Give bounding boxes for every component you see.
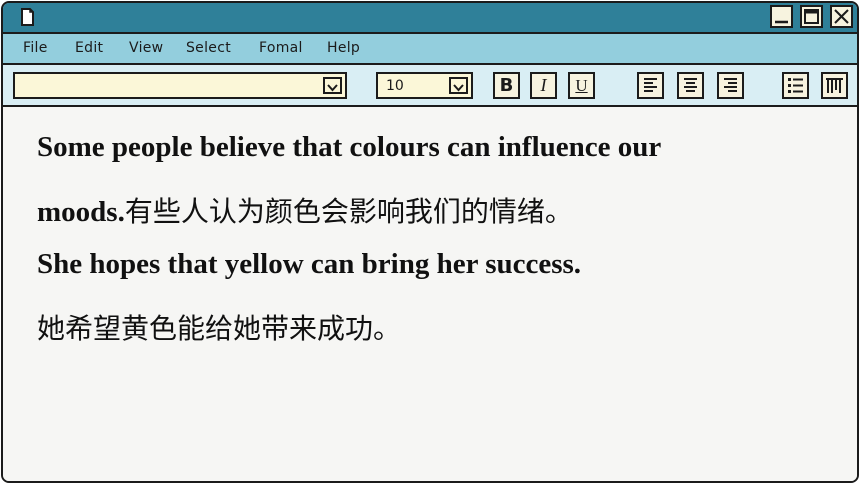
font-name-dropdown[interactable]: [323, 77, 342, 94]
italic-button[interactable]: I: [530, 72, 557, 99]
menu-help[interactable]: Help: [327, 40, 360, 56]
menu-view[interactable]: View: [129, 40, 163, 56]
format-toolbar: 10 B I U: [3, 65, 857, 107]
document-line-3: She hopes that yellow can bring her succ…: [37, 248, 582, 280]
document-area[interactable]: Some people believe that colours can inf…: [3, 107, 857, 481]
editor-window: File Edit View Select Fomal Help 10 B I …: [1, 1, 859, 483]
italic-icon: I: [540, 75, 547, 95]
document-line-2: moods.有些人认为颜色会影响我们的情绪。: [37, 190, 573, 230]
menu-select[interactable]: Select: [186, 40, 231, 56]
minimize-button[interactable]: [770, 5, 793, 28]
font-name-select[interactable]: [13, 72, 347, 99]
document-line-2-english: moods.: [37, 196, 125, 228]
font-size-select[interactable]: 10: [376, 72, 473, 99]
menu-edit[interactable]: Edit: [75, 40, 103, 56]
align-left-button[interactable]: [637, 72, 664, 99]
bullet-list-button[interactable]: [782, 72, 809, 99]
underline-button[interactable]: U: [568, 72, 595, 99]
document-line-4: 她希望黄色能给她带来成功。: [37, 312, 402, 345]
menu-bar: File Edit View Select Fomal Help: [3, 34, 857, 65]
close-button[interactable]: [830, 5, 853, 28]
columns-button[interactable]: [821, 72, 848, 99]
align-right-button[interactable]: [717, 72, 744, 99]
chevron-down-icon: [325, 79, 340, 98]
bold-icon: B: [499, 75, 514, 96]
title-bar[interactable]: [3, 3, 857, 34]
document-line-2-chinese: 有些人认为颜色会影响我们的情绪。: [124, 195, 573, 228]
menu-file[interactable]: File: [23, 40, 48, 56]
align-center-button[interactable]: [677, 72, 704, 99]
font-size-dropdown[interactable]: [449, 77, 468, 94]
document-icon: [17, 7, 37, 27]
document-line-1: Some people believe that colours can inf…: [37, 131, 662, 163]
underline-icon: U: [575, 76, 588, 95]
menu-fomal[interactable]: Fomal: [259, 40, 303, 56]
maximize-button[interactable]: [800, 5, 823, 28]
font-size-value: 10: [386, 78, 404, 94]
chevron-down-icon: [451, 79, 466, 98]
bold-button[interactable]: B: [493, 72, 520, 99]
